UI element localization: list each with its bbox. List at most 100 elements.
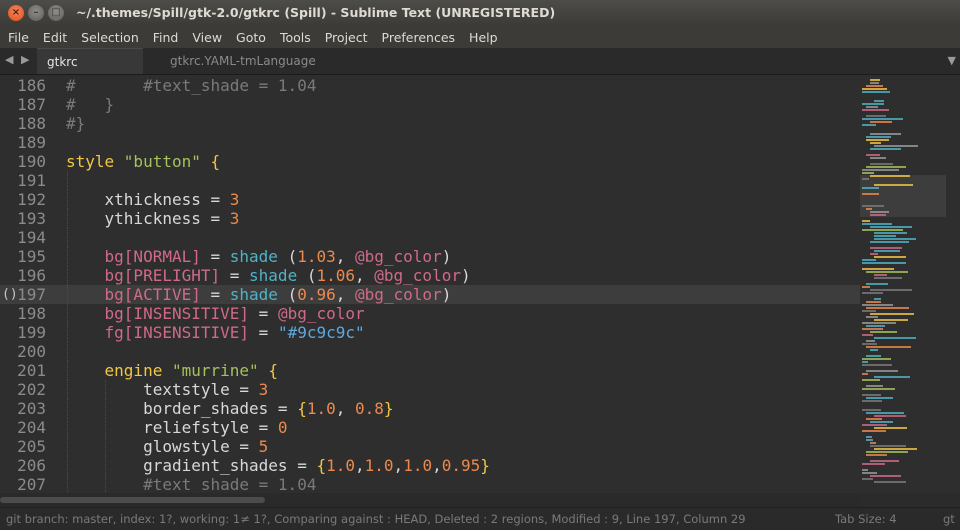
code-line[interactable]: 189 xyxy=(0,133,860,152)
minimap-code-stroke xyxy=(862,379,880,381)
code-line[interactable]: 198 bg[INSENSITIVE] = @bg_color xyxy=(0,304,860,323)
code-token: 3 xyxy=(258,380,269,399)
code-line[interactable]: 186 # #text_shade = 1.04 xyxy=(0,76,860,95)
code-token: ( xyxy=(277,285,298,304)
minimap-code-stroke xyxy=(874,277,902,279)
menu-preferences[interactable]: Preferences xyxy=(375,30,463,45)
minimap-code-stroke xyxy=(874,238,916,240)
code-line[interactable]: 199 fg[INSENSITIVE] = "#9c9c9c" xyxy=(0,323,860,342)
code-line[interactable]: 207 #text_shade = 1.04 xyxy=(0,475,860,493)
code-token: , xyxy=(355,266,375,285)
code-token: 1.0 xyxy=(364,456,394,475)
minimap-code-stroke xyxy=(862,388,895,390)
tab-gtkrc-yaml[interactable]: gtkrc.YAML-tmLanguage xyxy=(160,48,326,74)
minimap-code-stroke xyxy=(862,334,873,336)
minimap-code-stroke xyxy=(862,268,894,270)
code-line[interactable]: 205 glowstyle = 5 xyxy=(0,437,860,456)
menu-bar: File Edit Selection Find View Goto Tools… xyxy=(0,26,960,48)
menu-tools[interactable]: Tools xyxy=(273,30,318,45)
code-token: bg[PRELIGHT] xyxy=(66,266,221,285)
code-token: , xyxy=(393,456,404,475)
menu-file[interactable]: File xyxy=(0,30,36,45)
menu-edit[interactable]: Edit xyxy=(36,30,74,45)
minimap-code-stroke xyxy=(866,436,872,438)
horizontal-scrollbar[interactable] xyxy=(0,493,860,507)
minimap-code-stroke xyxy=(866,85,883,87)
menu-goto[interactable]: Goto xyxy=(229,30,273,45)
code-line[interactable]: 190 style "button" { xyxy=(0,152,860,171)
menu-help[interactable]: Help xyxy=(462,30,505,45)
minimap-code-stroke xyxy=(866,412,904,414)
minimap-code-stroke xyxy=(862,400,882,402)
code-line[interactable]: 194 xyxy=(0,228,860,247)
code-text: bg[NORMAL] = shade (1.03, @bg_color) xyxy=(66,247,452,266)
code-line[interactable]: 192 xthickness = 3 xyxy=(0,190,860,209)
code-token: { xyxy=(316,456,327,475)
code-line[interactable]: () 197 bg[ACTIVE] = shade (0.96, @bg_colo… xyxy=(0,285,860,304)
minimap-code-stroke xyxy=(862,373,868,375)
status-syntax[interactable]: gt xyxy=(943,512,955,526)
minimap-code-stroke xyxy=(866,154,880,156)
code-text: glowstyle = 5 xyxy=(66,437,268,456)
minimap-code-stroke xyxy=(866,385,883,387)
menu-view[interactable]: View xyxy=(185,30,229,45)
code-token: ) xyxy=(441,285,452,304)
menu-find[interactable]: Find xyxy=(146,30,186,45)
line-number: 195 xyxy=(17,247,46,266)
minimap-code-stroke xyxy=(866,307,909,309)
menu-selection[interactable]: Selection xyxy=(74,30,146,45)
code-token: @bg_color xyxy=(355,247,442,266)
code-token: 0.8 xyxy=(355,399,384,418)
menu-project[interactable]: Project xyxy=(318,30,375,45)
tab-scroll-left-icon[interactable]: ◀ xyxy=(5,53,13,66)
tab-gtkrc[interactable]: gtkrc xyxy=(37,48,143,74)
code-line[interactable]: 193 ythickness = 3 xyxy=(0,209,860,228)
tab-scroll-right-icon[interactable]: ▶ xyxy=(21,53,29,66)
minimap[interactable] xyxy=(860,75,960,493)
code-editor[interactable]: 186 # #text_shade = 1.04 187 # } 188 #} 189 190… xyxy=(0,75,860,493)
line-number: 194 xyxy=(17,228,46,247)
minimap-code-stroke xyxy=(862,172,874,174)
minimap-code-stroke xyxy=(862,91,890,93)
code-token: @bg_color xyxy=(355,285,442,304)
code-line[interactable]: 187 # } xyxy=(0,95,860,114)
minimap-code-stroke xyxy=(870,247,902,249)
minimize-window-button[interactable]: – xyxy=(28,5,44,21)
line-number: 190 xyxy=(17,152,46,171)
code-token: @bg_color xyxy=(374,266,461,285)
minimap-code-stroke xyxy=(874,145,918,147)
minimap-code-stroke xyxy=(862,88,887,90)
code-line[interactable]: 201 engine "murrine" { xyxy=(0,361,860,380)
maximize-window-button[interactable]: □ xyxy=(48,5,64,21)
minimap-code-stroke xyxy=(870,475,901,477)
code-line[interactable]: 195 bg[NORMAL] = shade (1.03, @bg_color) xyxy=(0,247,860,266)
indent-guide xyxy=(66,399,69,418)
code-line[interactable]: 191 xyxy=(0,171,860,190)
horizontal-scrollbar-thumb[interactable] xyxy=(0,497,265,503)
line-number: 205 xyxy=(17,437,46,456)
indent-guide xyxy=(66,190,69,209)
minimap-code-stroke xyxy=(870,253,878,255)
minimap-code-stroke xyxy=(866,325,885,327)
close-window-button[interactable]: × xyxy=(8,5,24,21)
minimap-code-stroke xyxy=(870,241,909,243)
window-title: ~/.themes/Spill/gtk-2.0/gtkrc (Spill) - … xyxy=(76,5,556,20)
code-token: glowstyle = xyxy=(66,437,259,456)
tab-list-icon[interactable]: ▼ xyxy=(948,54,956,67)
code-token: 1.0 xyxy=(326,456,355,475)
code-line[interactable]: 206 gradient_shades = {1.0,1.0,1.0,0.95} xyxy=(0,456,860,475)
code-line[interactable]: 202 textstyle = 3 xyxy=(0,380,860,399)
minimap-code-stroke xyxy=(862,262,906,264)
indent-guide xyxy=(104,399,107,418)
status-tab-size[interactable]: Tab Size: 4 xyxy=(835,512,897,526)
code-line[interactable]: 200 xyxy=(0,342,860,361)
indent-guide xyxy=(104,456,107,475)
code-line[interactable]: 196 bg[PRELIGHT] = shade (1.06, @bg_colo… xyxy=(0,266,860,285)
minimap-code-stroke xyxy=(862,286,870,288)
minimap-code-stroke xyxy=(862,169,899,171)
code-line[interactable]: 204 reliefstyle = 0 xyxy=(0,418,860,437)
minimap-code-stroke xyxy=(874,376,910,378)
code-line[interactable]: 188 #} xyxy=(0,114,860,133)
code-line[interactable]: 203 border_shades = {1.0, 0.8} xyxy=(0,399,860,418)
code-token: 3 xyxy=(229,190,240,209)
